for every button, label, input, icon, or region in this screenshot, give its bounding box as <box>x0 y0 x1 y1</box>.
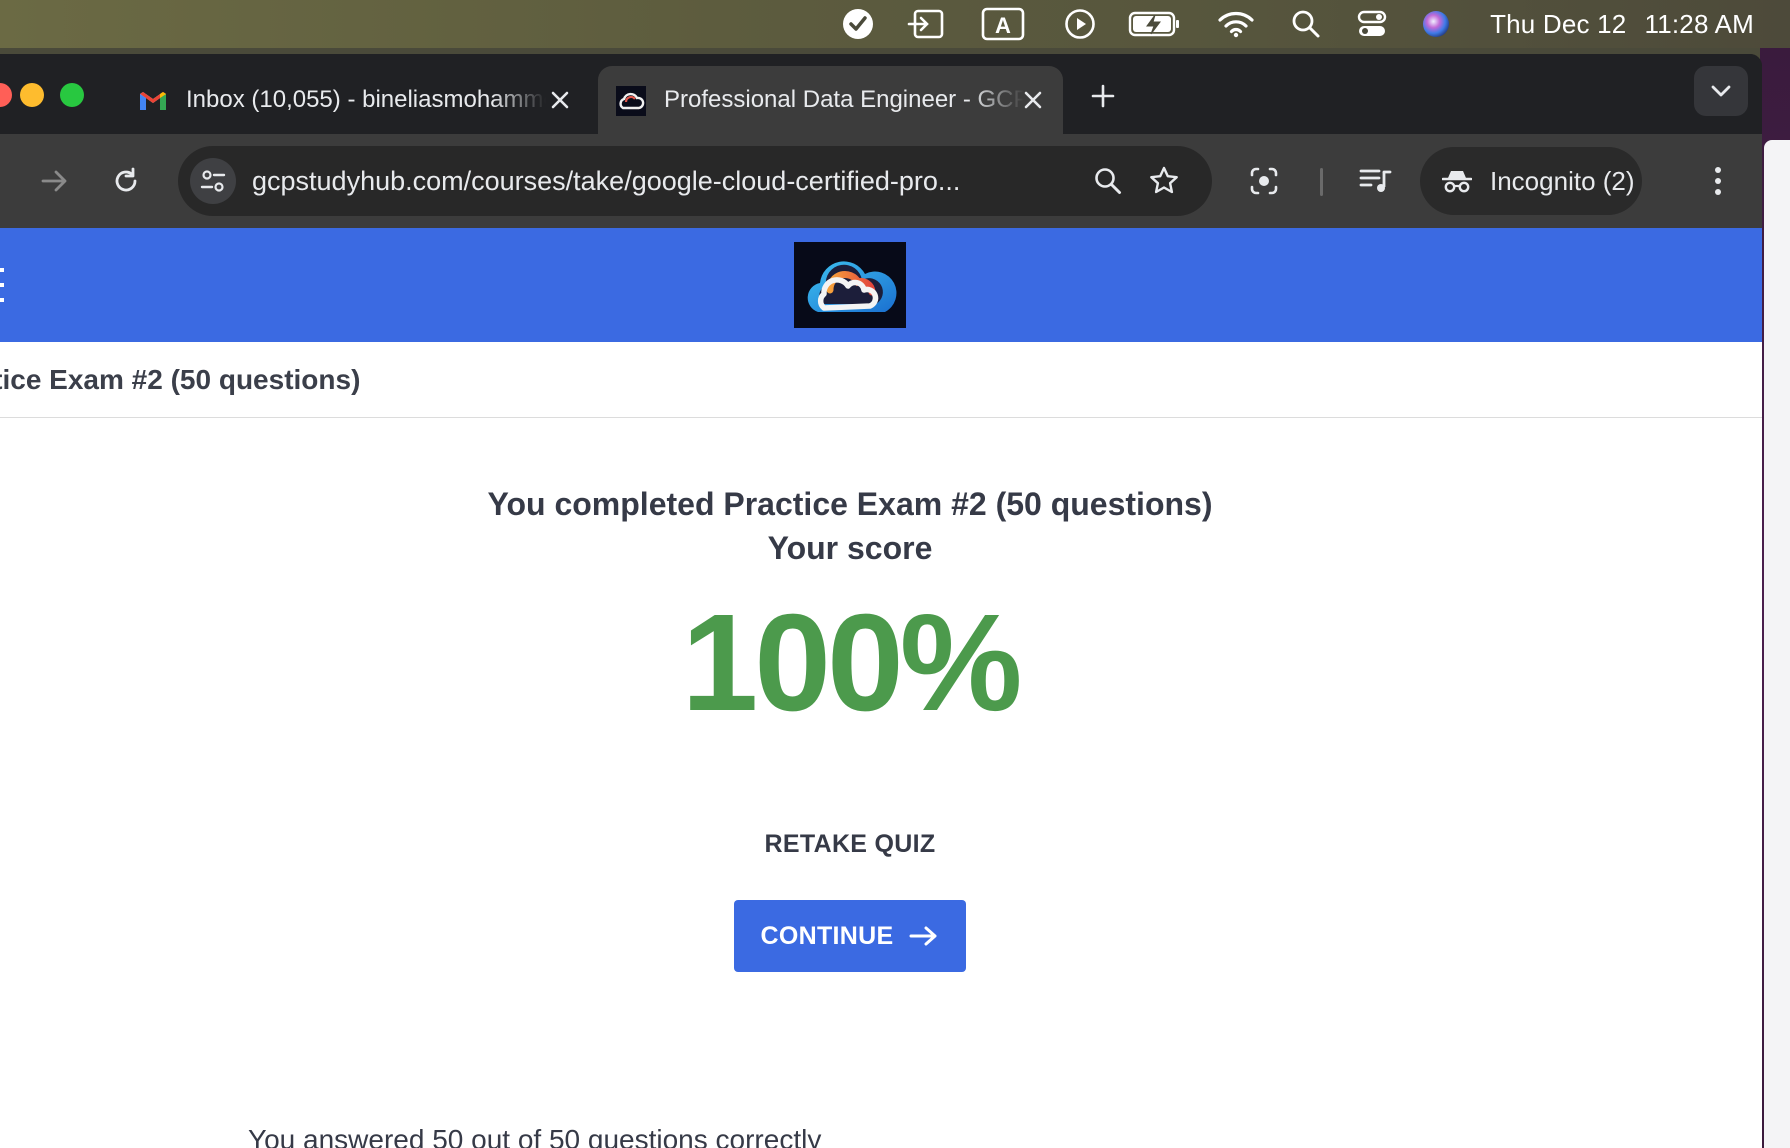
spotlight-search-icon[interactable] <box>1288 0 1324 48</box>
plus-icon <box>1091 84 1115 108</box>
page-content: actice Exam #2 (50 questions) You comple… <box>0 228 1762 1148</box>
siri-icon[interactable] <box>1418 0 1454 48</box>
tab-professional-data-engineer[interactable]: Professional Data Engineer - GCP Study H… <box>598 66 1063 134</box>
reload-icon <box>115 167 137 192</box>
gmail-icon <box>138 86 168 116</box>
arrow-right-icon <box>909 926 937 946</box>
close-tab-icon[interactable] <box>546 86 574 114</box>
close-tab-icon[interactable] <box>1019 86 1047 114</box>
toolbar-divider <box>1320 168 1323 196</box>
incognito-indicator[interactable]: Incognito (2) <box>1420 147 1642 215</box>
macos-menu-bar: A Thu Dec 12 11:28 AM <box>0 0 1790 48</box>
queue-music-icon <box>1359 169 1392 192</box>
display-switch-icon[interactable] <box>904 0 948 48</box>
arrow-right-icon <box>41 170 67 192</box>
browser-menu-button[interactable] <box>1696 159 1740 203</box>
reload-button[interactable] <box>104 159 148 203</box>
battery-charging-icon[interactable] <box>1126 0 1184 48</box>
forward-button[interactable] <box>32 159 76 203</box>
lens-camera-icon <box>1250 167 1278 195</box>
input-source-icon[interactable]: A <box>980 0 1026 48</box>
retake-quiz-button[interactable]: RETAKE QUIZ <box>0 830 1700 859</box>
browser-toolbar: gcpstudyhub.com/courses/take/google-clou… <box>0 134 1762 228</box>
tab-title: Inbox (10,055) - bineliasmohammed <box>186 86 546 113</box>
input-source-letter: A <box>995 13 1011 38</box>
tab-search-button[interactable] <box>1694 66 1748 116</box>
media-controls-button[interactable] <box>1354 159 1398 203</box>
new-tab-button[interactable] <box>1085 78 1121 114</box>
url-text[interactable]: gcpstudyhub.com/courses/take/google-clou… <box>252 146 1052 216</box>
continue-button[interactable]: CONTINUE <box>734 900 966 972</box>
browser-window: Inbox (10,055) - bineliasmohammed Profes… <box>0 54 1762 1148</box>
lesson-title: actice Exam #2 (50 questions) <box>0 364 361 395</box>
incognito-label: Incognito (2) <box>1490 165 1635 196</box>
gcp-study-hub-icon <box>616 86 646 116</box>
control-center-icon[interactable] <box>1354 0 1390 48</box>
site-info-icon[interactable] <box>190 158 236 204</box>
more-vert-icon <box>1715 167 1721 195</box>
background-window <box>1764 140 1790 1148</box>
close-window-button[interactable] <box>0 83 12 107</box>
minimize-window-button[interactable] <box>20 83 44 107</box>
score-label: Your score <box>767 530 933 566</box>
menu-bar-clock[interactable]: Thu Dec 12 11:28 AM <box>1490 0 1754 48</box>
course-menu-icon[interactable] <box>0 268 6 302</box>
zoom-search-icon[interactable] <box>1086 159 1130 203</box>
score-value: 100% <box>681 586 1023 740</box>
menu-bar-date: Thu Dec 12 <box>1490 8 1627 39</box>
incognito-icon <box>1442 166 1472 196</box>
answered-summary: You answered 50 out of 50 questions corr… <box>248 1124 822 1148</box>
chevron-down-icon <box>1711 85 1731 97</box>
address-bar[interactable]: gcpstudyhub.com/courses/take/google-clou… <box>178 146 1212 216</box>
tab-strip: Inbox (10,055) - bineliasmohammed Profes… <box>0 54 1762 134</box>
site-header <box>0 228 1762 342</box>
tab-inbox[interactable]: Inbox (10,055) - bineliasmohammed <box>120 66 590 134</box>
zoom-window-button[interactable] <box>60 83 84 107</box>
tab-title: Professional Data Engineer - GCP Study H… <box>664 86 1024 113</box>
menu-bar-time: 11:28 AM <box>1644 8 1754 39</box>
play-circle-icon[interactable] <box>1060 0 1100 48</box>
wifi-icon[interactable] <box>1216 0 1256 48</box>
google-lens-button[interactable] <box>1242 159 1286 203</box>
bookmark-star-icon[interactable] <box>1142 159 1186 203</box>
continue-label: CONTINUE <box>760 921 894 950</box>
desktop-wallpaper <box>1760 48 1790 1148</box>
completion-message: You completed Practice Exam #2 (50 quest… <box>487 486 1213 522</box>
checkmark-badge-icon[interactable] <box>838 0 878 48</box>
gcp-study-hub-logo[interactable] <box>794 242 906 328</box>
lesson-title-bar: actice Exam #2 (50 questions) <box>0 342 1762 418</box>
